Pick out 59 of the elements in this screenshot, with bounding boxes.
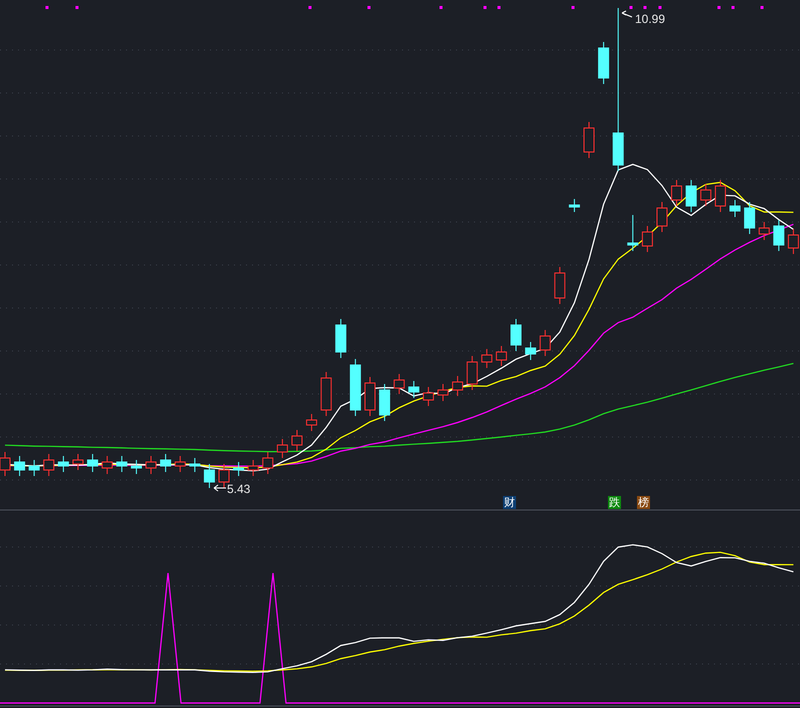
candlestick	[700, 184, 712, 206]
candlestick	[189, 458, 200, 472]
candlestick	[686, 180, 697, 212]
candlestick	[364, 376, 376, 416]
candlestick	[248, 460, 259, 476]
candlestick	[174, 456, 186, 472]
candlestick	[452, 376, 464, 396]
candlestick	[584, 122, 594, 158]
candlestick	[276, 438, 288, 458]
candlestick	[656, 202, 668, 232]
candlestick	[14, 456, 26, 476]
candlestick	[130, 460, 142, 474]
candlestick	[554, 266, 566, 304]
event-tag: 榜	[637, 496, 650, 509]
pointer-arrow-icon	[214, 484, 226, 492]
candlestick	[438, 384, 448, 402]
candlestick	[525, 342, 536, 360]
candlestick	[744, 202, 756, 234]
candlestick	[642, 226, 653, 252]
candlestick	[627, 214, 638, 252]
candlestick	[87, 454, 98, 472]
candlestick	[350, 358, 361, 416]
pointer-arrow-icon	[622, 10, 632, 18]
candlestick	[262, 452, 274, 474]
event-tag: 财	[503, 496, 516, 509]
candlestick	[320, 372, 332, 416]
candlestick	[292, 430, 302, 452]
candlestick	[510, 318, 522, 352]
candlestick	[28, 460, 40, 476]
candlestick	[466, 356, 478, 390]
candlestick	[102, 456, 113, 474]
candlestick	[335, 318, 346, 358]
candlestick	[146, 456, 156, 474]
candlestick	[496, 346, 507, 366]
candlestick	[422, 386, 434, 406]
candlestick	[540, 330, 551, 356]
high-price-label: 10.99	[635, 12, 666, 26]
candlestick	[568, 198, 580, 212]
event-tag: 跌	[608, 496, 621, 509]
low-price-label: 5.43	[227, 482, 250, 496]
candlestick	[671, 180, 682, 206]
candlestick	[233, 462, 244, 476]
candlestick	[116, 456, 128, 472]
candlestick	[408, 380, 420, 398]
candlestick	[598, 42, 610, 84]
candlestick	[204, 464, 215, 488]
candlestick	[758, 222, 770, 240]
candlestick	[714, 180, 726, 212]
candlestick	[72, 454, 84, 470]
candlestick	[379, 384, 390, 422]
candlestick	[58, 456, 69, 472]
candlestick	[306, 414, 318, 432]
candlestick	[43, 454, 54, 476]
candlestick	[218, 464, 230, 488]
candlestick	[730, 200, 740, 218]
candlestick	[160, 454, 172, 472]
candlestick	[481, 348, 492, 368]
candlestick	[394, 374, 405, 394]
candlestick	[773, 220, 784, 252]
